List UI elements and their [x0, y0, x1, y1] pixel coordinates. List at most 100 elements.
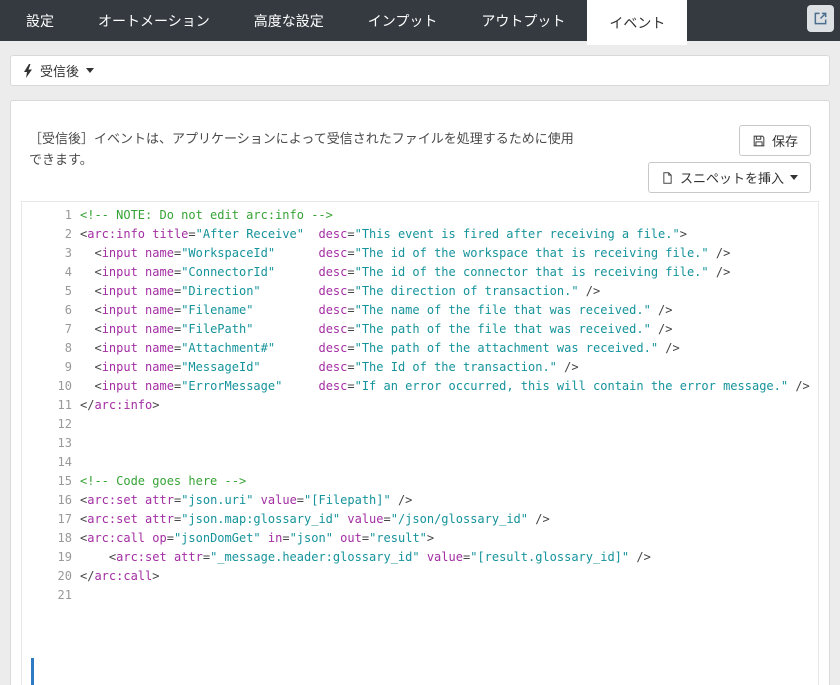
code-token: desc — [318, 322, 348, 336]
editor-focus-indicator — [31, 658, 34, 685]
code-editor[interactable]: 1 2 3 4 5 6 7 8 9 10 11 12 13 14 15 16 17 18 19 20 21 <!-- N… — [21, 201, 819, 685]
code-line[interactable]: </arc:call> — [80, 567, 818, 586]
code-line[interactable]: <arc:set attr="json.map:glossary_id" val… — [80, 510, 818, 529]
code-token: name — [145, 284, 174, 298]
tab-input[interactable]: インプット — [346, 0, 460, 41]
code-line[interactable]: <!-- NOTE: Do not edit arc:info --> — [80, 206, 818, 225]
code-token: </ — [80, 569, 95, 583]
code-line[interactable]: <arc:info title="After Receive" desc="Th… — [80, 225, 818, 244]
code-token: = — [166, 531, 174, 545]
code-token: "WorkspaceId" — [181, 246, 276, 260]
code-token: input — [101, 322, 138, 336]
code-line[interactable] — [80, 415, 818, 434]
code-token: < — [80, 360, 102, 374]
code-line[interactable]: <arc:call op="jsonDomGet" in="json" out=… — [80, 529, 818, 548]
code-token: > — [426, 531, 435, 545]
code-line[interactable]: <input name="Filename" desc="The name of… — [80, 301, 818, 320]
code-token: "[result.glossary_id]" — [470, 550, 630, 564]
line-number: 10 — [57, 379, 72, 393]
event-selector-label: 受信後 — [40, 64, 80, 79]
code-token: < — [80, 246, 102, 260]
code-line[interactable]: <input name="Direction" desc="The direct… — [80, 282, 818, 301]
line-number: 8 — [64, 341, 72, 355]
code-token: /> — [708, 246, 731, 260]
code-line[interactable]: </arc:info> — [80, 396, 818, 415]
code-line[interactable]: <arc:set attr="json.uri" value="[Filepat… — [80, 491, 818, 510]
external-link-icon — [813, 11, 828, 26]
code-token: <!-- NOTE: Do not edit arc:info --> — [80, 208, 333, 222]
code-token: = — [347, 303, 355, 317]
code-token: "jsonDomGet" — [173, 531, 261, 545]
lightning-icon — [23, 63, 33, 78]
line-number: 4 — [64, 265, 72, 279]
code-token: in — [267, 531, 283, 545]
code-line[interactable]: <!-- Code goes here --> — [80, 472, 818, 491]
event-selector-bar[interactable]: 受信後 — [10, 55, 830, 86]
code-token: name — [145, 379, 174, 393]
code-token: /> — [708, 265, 731, 279]
line-number: 5 — [64, 284, 72, 298]
code-line[interactable]: <input name="ConnectorId" desc="The id o… — [80, 263, 818, 282]
code-token: < — [80, 550, 117, 564]
code-token: "json" — [289, 531, 333, 545]
code-token: "The path of the attachment was received… — [354, 341, 659, 355]
line-number: 12 — [57, 417, 72, 431]
tab-advanced-settings[interactable]: 高度な設定 — [232, 0, 346, 41]
code-token: "json.map:glossary_id" — [181, 512, 341, 526]
code-token: "The name of the file that was received.… — [354, 303, 651, 317]
code-token: /> — [390, 493, 413, 507]
code-token: name — [145, 265, 174, 279]
code-token: /> — [650, 303, 673, 317]
code-token: input — [101, 341, 138, 355]
code-content[interactable]: <!-- NOTE: Do not edit arc:info --> <arc:… — [76, 202, 818, 685]
insert-snippet-button[interactable]: スニペットを挿入 — [647, 162, 811, 193]
tab-events[interactable]: イベント — [587, 0, 688, 45]
code-token: arc:set — [116, 550, 167, 564]
insert-snippet-label: スニペットを挿入 — [679, 171, 784, 186]
code-line[interactable]: <input name="WorkspaceId" desc="The id o… — [80, 244, 818, 263]
code-token: "Direction" — [181, 284, 261, 298]
tab-automation[interactable]: オートメーション — [76, 0, 232, 41]
code-line[interactable]: <input name="FilePath" desc="The path of… — [80, 320, 818, 339]
code-token: input — [101, 360, 138, 374]
line-number: 16 — [57, 493, 72, 507]
header-buttons: 保存 スニペットを挿入 — [647, 125, 811, 193]
code-token: = — [347, 265, 355, 279]
code-token: < — [80, 265, 102, 279]
code-token: arc:info — [87, 227, 146, 241]
code-line[interactable]: <input name="Attachment#" desc="The path… — [80, 339, 818, 358]
code-token: value — [260, 493, 297, 507]
code-line[interactable]: <arc:set attr="_message.header:glossary_… — [80, 548, 818, 567]
code-line[interactable] — [80, 453, 818, 472]
code-line[interactable] — [80, 434, 818, 453]
code-token: < — [80, 322, 102, 336]
save-button[interactable]: 保存 — [738, 125, 811, 156]
tab-settings[interactable]: 設定 — [4, 0, 76, 41]
event-editor-panel: ［受信後］イベントは、アプリケーションによって受信されたファイルを処理するために… — [10, 100, 830, 685]
code-line[interactable]: <input name="ErrorMessage" desc="If an e… — [80, 377, 818, 396]
document-snippet-icon — [661, 171, 674, 185]
code-token: > — [679, 227, 687, 241]
code-token: = — [347, 322, 355, 336]
code-token: "ErrorMessage" — [181, 379, 283, 393]
code-token: title — [152, 227, 189, 241]
code-token: "The direction of transaction." — [354, 284, 579, 298]
code-line[interactable]: <input name="MessageId" desc="The Id of … — [80, 358, 818, 377]
tab-output[interactable]: アウトプット — [459, 0, 587, 41]
code-line[interactable] — [80, 586, 818, 605]
code-token: "result" — [369, 531, 427, 545]
code-token: = — [361, 531, 370, 545]
code-token: attr — [145, 512, 174, 526]
code-token: </ — [80, 398, 95, 412]
external-link-button[interactable] — [807, 5, 834, 32]
